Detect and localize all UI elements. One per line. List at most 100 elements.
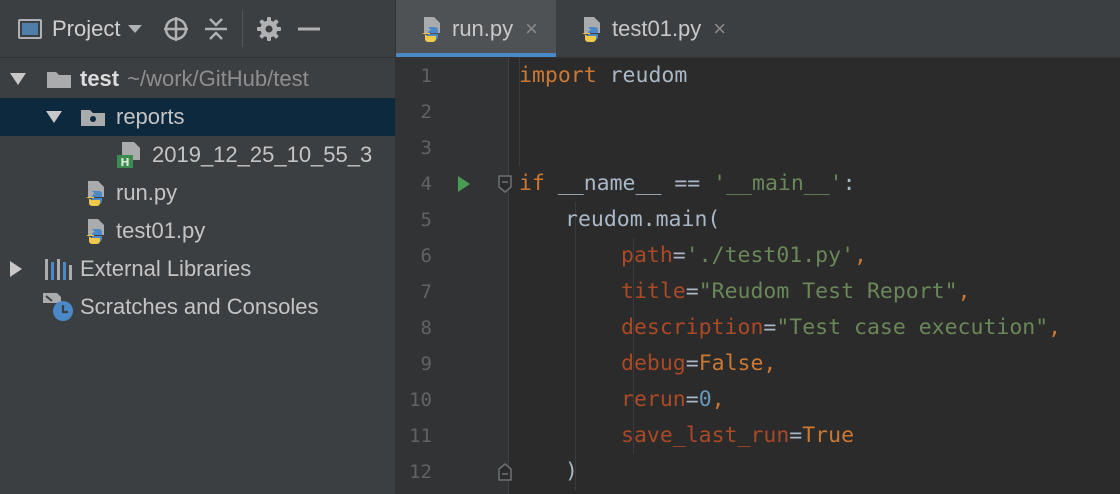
html-file-icon: H: [117, 142, 140, 169]
header-separator: [242, 10, 244, 47]
project-view-label: Project: [52, 15, 121, 41]
tree-item-label: Scratches and Consoles: [80, 294, 319, 319]
expand-arrow-icon[interactable]: [10, 261, 22, 277]
comma: ,: [957, 279, 971, 304]
gear-icon: [257, 16, 282, 41]
code-line-12: ): [565, 454, 578, 490]
library-icon: [45, 259, 72, 280]
string-literal: "Reudom Test Report": [698, 279, 958, 304]
line-number: 2: [420, 101, 432, 123]
code-line-8: description="Test case execution",: [621, 310, 1061, 346]
code-area[interactable]: 1 2 3 4 5 6 7 8 9 10 11 12 import reudom…: [396, 58, 1120, 494]
tree-item-report-file[interactable]: H 2019_12_25_10_55_3: [0, 136, 395, 174]
project-view-selector[interactable]: Project: [18, 9, 143, 49]
project-window-icon: [18, 18, 42, 39]
param-name: title: [621, 279, 686, 304]
code-text: =: [763, 315, 777, 340]
tab-label: run.py: [452, 15, 514, 41]
svg-text:H: H: [120, 156, 129, 169]
tree-item-label: test: [80, 66, 120, 91]
code-text: reudom.main(: [565, 207, 721, 232]
line-number: 10: [409, 389, 432, 411]
tree-item-label: External Libraries: [80, 256, 252, 281]
keyword-value: True: [802, 423, 855, 448]
string-literal: './test01.py': [685, 243, 855, 268]
param-name: debug: [621, 351, 686, 376]
code-editor[interactable]: import reudom if __name__ == '__main__':…: [509, 58, 1120, 494]
line-number: 11: [409, 425, 432, 447]
code-text: =: [685, 279, 699, 304]
settings-button[interactable]: [249, 9, 289, 49]
code-text: =: [672, 243, 686, 268]
collapse-all-icon: [205, 17, 228, 40]
code-line-6: path='./test01.py',: [621, 238, 867, 274]
python-file-icon: [422, 16, 440, 42]
expand-arrow-icon[interactable]: [10, 73, 26, 85]
locate-file-button[interactable]: [156, 9, 196, 49]
code-line-5: reudom.main(: [565, 202, 720, 238]
tree-item-label: test01.py: [116, 218, 206, 243]
tree-item-scratches[interactable]: Scratches and Consoles: [0, 288, 395, 326]
string-literal: "Test case execution": [776, 315, 1049, 340]
crosshair-icon: [164, 16, 189, 41]
project-panel-header: Project: [0, 0, 395, 58]
param-name: path: [621, 243, 673, 268]
code-line-9: debug=False,: [621, 346, 776, 382]
tab-test01-py[interactable]: test01.py ×: [556, 0, 744, 57]
comma: ,: [1048, 315, 1062, 340]
line-number: 5: [420, 209, 432, 231]
tab-label: test01.py: [612, 15, 702, 41]
comma: ,: [711, 387, 725, 412]
line-number: 9: [420, 353, 432, 375]
tree-item-external-libraries[interactable]: External Libraries: [0, 250, 395, 288]
keyword: import: [519, 63, 597, 88]
editor-tab-bar: run.py × test01.py ×: [396, 0, 1120, 58]
hide-panel-button[interactable]: [289, 9, 329, 49]
comma: ,: [854, 243, 867, 268]
ide-window: Project test ~/work/GitHub/test reports …: [0, 0, 1120, 494]
code-text: ): [565, 459, 578, 484]
number-literal: 0: [698, 387, 712, 412]
folder-icon: [81, 110, 105, 126]
string-literal: '__main__': [713, 171, 843, 196]
line-number: 7: [420, 281, 432, 303]
line-number: 8: [420, 317, 432, 339]
python-file-icon: [86, 181, 104, 206]
tree-item-test01-py[interactable]: test01.py: [0, 212, 395, 250]
tab-run-py[interactable]: run.py ×: [396, 0, 557, 57]
tree-item-label: run.py: [116, 180, 178, 205]
code-line-10: rerun=0,: [621, 382, 725, 418]
line-number: 1: [420, 65, 432, 87]
tree-item-test-root[interactable]: test ~/work/GitHub/test: [0, 60, 395, 98]
code-text: =: [789, 423, 803, 448]
comma: ,: [763, 351, 777, 376]
code-text: =: [685, 351, 699, 376]
code-text: __name__ ==: [544, 171, 714, 196]
close-icon[interactable]: ×: [713, 17, 726, 40]
param-name: rerun: [621, 387, 686, 412]
tree-item-label: reports: [116, 104, 185, 129]
expand-arrow-icon[interactable]: [46, 111, 62, 123]
tree-item-label: 2019_12_25_10_55_3: [152, 142, 373, 167]
code-text: :: [842, 171, 856, 196]
keyword-value: False: [698, 351, 764, 376]
code-text: =: [685, 387, 699, 412]
project-panel: Project test ~/work/GitHub/test reports …: [0, 0, 396, 494]
param-name: description: [621, 315, 764, 340]
scratch-clock-icon: [43, 293, 73, 321]
indent-guide: [575, 202, 576, 490]
run-icon[interactable]: [458, 176, 470, 192]
project-tree: test ~/work/GitHub/test reports H 2019_1…: [0, 58, 395, 326]
code-line-1: import reudom: [519, 58, 687, 94]
close-icon[interactable]: ×: [525, 17, 538, 40]
collapse-all-button[interactable]: [196, 9, 236, 49]
code-line-7: title="Reudom Test Report",: [621, 274, 971, 310]
line-number: 12: [409, 461, 432, 483]
code-text: reudom: [596, 63, 688, 88]
line-number: 3: [420, 137, 432, 159]
tree-item-reports[interactable]: reports: [0, 98, 395, 136]
python-file-icon: [86, 219, 104, 244]
tree-item-run-py[interactable]: run.py: [0, 174, 395, 212]
line-number: 4: [420, 173, 432, 195]
code-line-11: save_last_run=True: [621, 418, 854, 454]
